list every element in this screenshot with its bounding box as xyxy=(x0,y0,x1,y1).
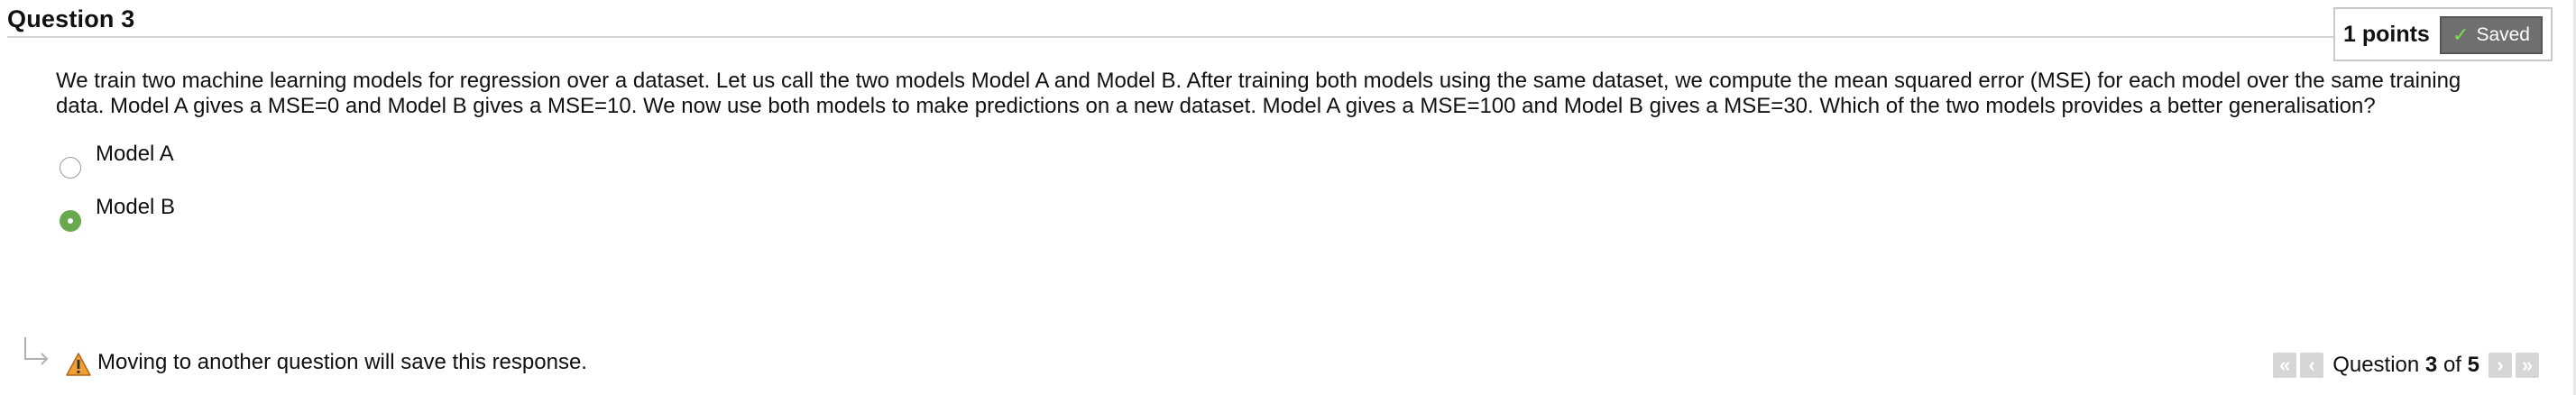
double-chevron-left-icon[interactable]: « xyxy=(2273,353,2297,378)
question-header: Question 3 xyxy=(7,5,135,32)
chevron-left-icon[interactable]: ‹ xyxy=(2300,353,2324,378)
radio-button-model-b[interactable] xyxy=(60,210,81,232)
radio-button-model-a[interactable] xyxy=(60,157,81,179)
question-page: Question 3 1 points ✓ Saved We train two… xyxy=(0,0,2576,395)
answer-option-model-b[interactable]: Model B xyxy=(60,195,175,232)
pager-current: 3 xyxy=(2424,353,2438,377)
answer-option-model-a[interactable]: Model A xyxy=(60,142,174,179)
saved-status-badge: ✓ Saved xyxy=(2440,16,2543,54)
return-arrow-icon xyxy=(24,337,49,365)
header-divider xyxy=(7,36,2334,38)
option-label[interactable]: Model B xyxy=(96,195,175,220)
points-box: 1 points ✓ Saved xyxy=(2333,7,2553,61)
warning-icon xyxy=(66,353,91,376)
chevron-right-icon[interactable]: › xyxy=(2489,353,2512,378)
pager-position: Question 3 of 5 xyxy=(2332,353,2479,378)
pager-total: 5 xyxy=(2467,353,2479,377)
pager-prefix: Question xyxy=(2332,353,2420,377)
pager-of: of xyxy=(2443,353,2461,377)
question-text: We train two machine learning models for… xyxy=(56,69,2461,118)
question-pager: « ‹ Question 3 of 5 › » xyxy=(2273,353,2539,378)
check-icon: ✓ xyxy=(2452,23,2470,46)
points-label: 1 points xyxy=(2343,21,2430,47)
save-notice: Moving to another question will save thi… xyxy=(97,350,587,374)
double-chevron-right-icon[interactable]: » xyxy=(2516,353,2539,378)
option-label[interactable]: Model A xyxy=(96,142,174,167)
saved-label: Saved xyxy=(2476,24,2530,45)
